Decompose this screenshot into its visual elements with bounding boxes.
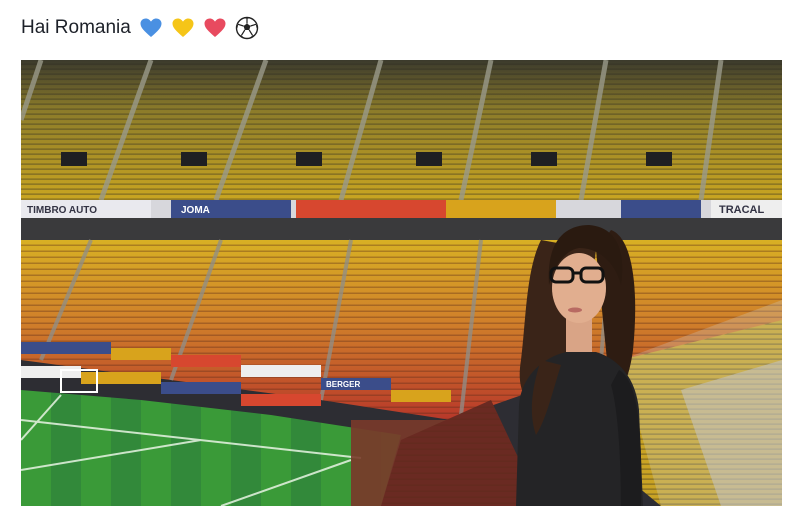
red-heart-icon: [204, 18, 226, 37]
soccer-ball-icon: [235, 16, 259, 40]
ad-text-tracal: TRACAL: [719, 204, 764, 216]
caption-text: Hai Romania: [21, 17, 131, 38]
yellow-heart-icon: [172, 18, 194, 37]
social-post: Hai Romania TIMBRO AUTO JOMA TRACAL BERG…: [0, 0, 800, 506]
blue-heart-icon: [140, 18, 162, 37]
ad-text-timbro: TIMBRO AUTO: [27, 205, 97, 216]
post-photo[interactable]: TIMBRO AUTO JOMA TRACAL BERGER: [21, 60, 782, 506]
concourse: [21, 218, 782, 240]
post-caption: Hai Romania: [21, 14, 259, 42]
woman-figure: [516, 225, 643, 506]
ad-text-joma: JOMA: [181, 205, 210, 216]
stadium-photo: TIMBRO AUTO JOMA TRACAL BERGER: [21, 60, 782, 506]
ad-text-berger: BERGER: [326, 380, 360, 389]
